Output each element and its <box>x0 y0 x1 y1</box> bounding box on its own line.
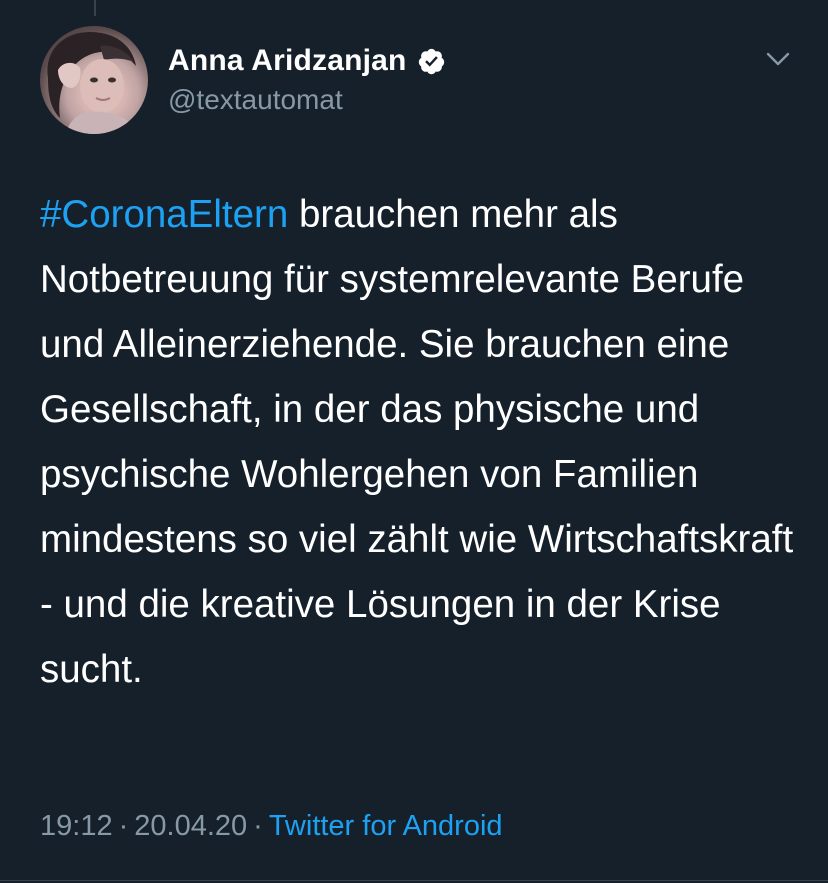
avatar-image <box>47 32 140 134</box>
author-handle[interactable]: @textautomat <box>168 84 343 116</box>
verified-badge-icon <box>417 47 446 76</box>
tweet-date[interactable]: 20.04.20 <box>134 810 247 842</box>
hashtag-link[interactable]: #CoronaEltern <box>40 193 288 236</box>
divider <box>0 880 828 881</box>
tweet: Anna Aridzanjan @textautomat #CoronaElte… <box>0 0 828 883</box>
tweet-text: #CoronaEltern brauchen mehr als Notbetre… <box>40 182 810 702</box>
meta-separator: · <box>253 810 263 842</box>
author-display-name[interactable]: Anna Aridzanjan <box>168 44 407 78</box>
tweet-body-text: brauchen mehr als Notbetreuung für syste… <box>40 193 794 691</box>
chevron-down-icon[interactable] <box>764 48 792 70</box>
tweet-metadata: 19:12 · 20.04.20 · Twitter for Android <box>40 810 503 843</box>
tweet-source-link[interactable]: Twitter for Android <box>269 810 503 842</box>
meta-separator: · <box>118 810 129 842</box>
avatar[interactable] <box>40 26 148 134</box>
author-name-row[interactable]: Anna Aridzanjan <box>168 42 446 80</box>
tweet-time[interactable]: 19:12 <box>40 810 113 842</box>
